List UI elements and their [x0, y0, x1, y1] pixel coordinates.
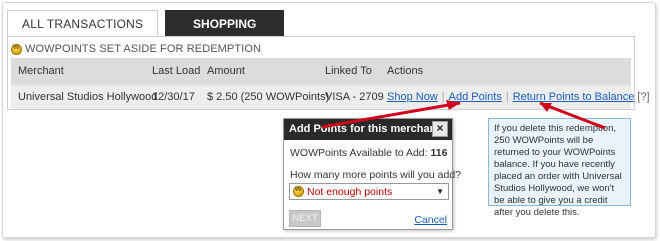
available-label: WOWPoints Available to Add: [290, 147, 428, 159]
shop-now-link[interactable]: Shop Now [387, 91, 438, 103]
header-merchant: Merchant [18, 65, 64, 77]
points-question: How many more points will you add? [290, 169, 461, 181]
header-last-load: Last Load [152, 65, 201, 77]
next-button[interactable]: NEXT [289, 210, 321, 227]
cancel-link[interactable]: Cancel [414, 214, 447, 226]
section-header: WOWPOINTS SET ASIDE FOR REDEMPTION [11, 42, 262, 55]
add-points-link[interactable]: Add Points [449, 91, 502, 103]
action-divider: | [441, 91, 445, 103]
cell-actions: Shop Now | Add Points | Return Points to Bal… [387, 85, 650, 109]
chevron-down-icon: ▼ [436, 187, 444, 196]
table-header: Merchant Last Load Amount Linked To Acti… [11, 58, 631, 85]
points-select[interactable]: Not enough points ▼ [289, 183, 449, 200]
add-points-dialog: Add Points for this merchant × WOWPoints… [283, 118, 461, 230]
cell-linked-to: VISA - 2709 [325, 91, 384, 103]
return-points-tooltip: If you delete this redemption, 250 WOWPo… [488, 118, 631, 218]
tab-all-transactions[interactable]: ALL TRANSACTIONS [7, 10, 159, 37]
table-row: Universal Studios Hollywood 12/30/17 $ 2… [11, 85, 650, 109]
points-select-value: Not enough points [307, 185, 393, 198]
action-divider: | [505, 91, 509, 103]
dialog-title: Add Points for this merchant [289, 123, 440, 135]
header-actions: Actions [387, 65, 424, 77]
dialog-title-bar: Add Points for this merchant × [284, 119, 452, 140]
cell-last-load: 12/30/17 [152, 91, 195, 103]
section-title: WOWPOINTS SET ASIDE FOR REDEMPTION [25, 43, 262, 55]
wowpoints-coin-icon [293, 184, 304, 197]
header-linked-to: Linked To [325, 65, 372, 77]
header-amount: Amount [207, 65, 245, 77]
return-points-link[interactable]: Return Points to Balance [513, 91, 635, 103]
wowpoints-coin-icon [11, 42, 22, 55]
help-icon[interactable]: [?] [637, 91, 649, 103]
tab-shopping-history[interactable]: SHOPPING HISTORY [165, 10, 285, 58]
close-icon[interactable]: × [432, 121, 448, 137]
available-value: 116 [430, 147, 448, 159]
available-points-line: WOWPoints Available to Add: 116 [290, 147, 447, 159]
cell-amount: $ 2.50 (250 WOWPoints) [207, 91, 330, 103]
tab-bar: ALL TRANSACTIONS SHOPPING HISTORY [7, 10, 285, 58]
cell-merchant: Universal Studios Hollywood [18, 91, 158, 103]
